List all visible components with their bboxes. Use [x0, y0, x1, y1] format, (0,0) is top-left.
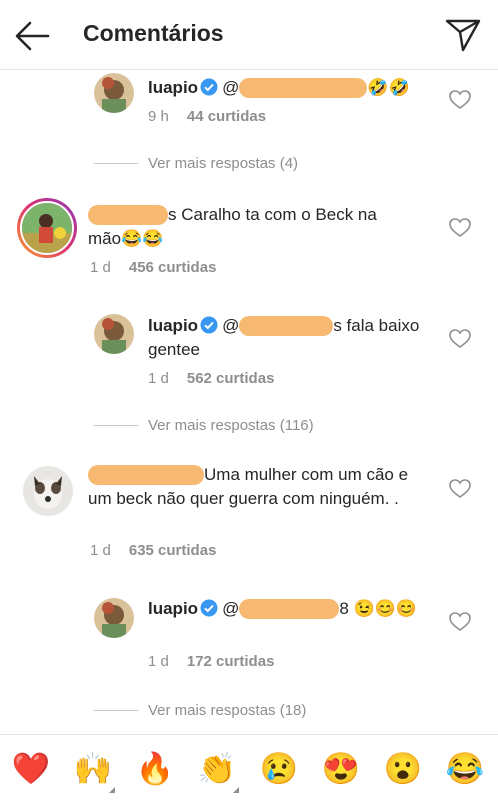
username[interactable]: luapio: [148, 316, 198, 335]
heart-eyes-emoji-icon[interactable]: 😍: [319, 749, 363, 789]
avatar[interactable]: [23, 466, 73, 516]
username[interactable]: luapio: [148, 599, 198, 618]
like-count[interactable]: 562 curtidas: [187, 370, 275, 387]
view-more-replies[interactable]: Ver mais respostas (4): [148, 155, 298, 172]
mention-prefix[interactable]: @: [222, 316, 239, 335]
comment-meta: 1 d 456 curtidas: [90, 259, 216, 276]
avatar[interactable]: [94, 314, 134, 354]
mention-prefix[interactable]: @: [222, 599, 239, 618]
header: Comentários: [0, 0, 498, 70]
comment-meta: 1 d 635 curtidas: [90, 542, 216, 559]
redaction-mark: [239, 78, 368, 98]
arrow-left-icon: [15, 21, 50, 51]
heart-icon[interactable]: [449, 479, 471, 499]
verified-badge-icon: [200, 78, 218, 96]
timestamp: 1 d: [90, 542, 111, 559]
heart-emoji-icon[interactable]: ❤️: [9, 749, 53, 789]
comment-meta: 1 d 562 curtidas: [148, 370, 274, 387]
tears-of-joy-emoji-icon[interactable]: 😂: [443, 749, 487, 789]
surprised-face-emoji-icon[interactable]: 😮: [381, 749, 425, 789]
divider: [94, 710, 138, 711]
raising-hands-glyph: 🙌: [73, 751, 113, 786]
heart-icon[interactable]: [449, 612, 471, 632]
avatar[interactable]: [20, 201, 74, 255]
mention-prefix[interactable]: @: [222, 78, 239, 97]
timestamp: 1 d: [148, 653, 169, 670]
emoji-bar: ❤️ 🙌 🔥 👏 😢 😍 😮 😂: [0, 734, 498, 801]
comment-text: Uma mulher com um cão e um beck não quer…: [88, 463, 418, 511]
redaction-mark: [88, 205, 168, 225]
divider: [94, 425, 138, 426]
timestamp: 1 d: [148, 370, 169, 387]
reply-text: luapio @8 😉😊😊: [148, 597, 438, 621]
divider: [94, 163, 138, 164]
like-count[interactable]: 172 curtidas: [187, 653, 275, 670]
username[interactable]: luapio: [148, 78, 198, 97]
reply-text: luapio @ 🤣🤣: [148, 76, 428, 100]
clapping-hands-emoji-icon[interactable]: 👏: [195, 749, 239, 793]
comment-text: s Caralho ta com o Beck na mão😂😂: [88, 203, 408, 251]
avatar[interactable]: [94, 73, 134, 113]
view-more-replies[interactable]: Ver mais respostas (116): [148, 417, 314, 434]
page-title: Comentários: [83, 20, 224, 46]
crying-face-emoji-icon[interactable]: 😢: [257, 749, 301, 789]
share-button[interactable]: [443, 16, 483, 54]
timestamp: 1 d: [90, 259, 111, 276]
verified-badge-icon: [200, 599, 218, 617]
raising-hands-emoji-icon[interactable]: 🙌: [71, 749, 115, 793]
comment-meta: 9 h 44 curtidas: [148, 108, 266, 125]
timestamp: 9 h: [148, 108, 169, 125]
skin-tone-corner-icon: [109, 787, 115, 793]
avatar[interactable]: [94, 598, 134, 638]
like-count[interactable]: 456 curtidas: [129, 259, 217, 276]
heart-icon[interactable]: [449, 218, 471, 238]
like-count[interactable]: 44 curtidas: [187, 108, 266, 125]
reply-text: luapio @ s fala baixo gentee: [148, 314, 438, 362]
verified-badge-icon: [200, 316, 218, 334]
comment-trail: 🤣🤣: [367, 78, 410, 97]
view-more-replies[interactable]: Ver mais respostas (18): [148, 702, 306, 719]
clapping-hands-glyph: 👏: [197, 751, 237, 786]
back-button[interactable]: [12, 18, 52, 54]
redaction-mark: [88, 465, 204, 485]
like-count[interactable]: 635 curtidas: [129, 542, 217, 559]
redaction-mark: [239, 316, 334, 336]
heart-icon[interactable]: [449, 329, 471, 349]
skin-tone-corner-icon: [233, 787, 239, 793]
heart-icon[interactable]: [449, 90, 471, 110]
comment-body: 8 😉😊😊: [339, 599, 418, 618]
comment-meta: 1 d 172 curtidas: [148, 653, 274, 670]
redaction-mark: [239, 599, 340, 619]
paper-plane-icon: [445, 19, 481, 52]
fire-emoji-icon[interactable]: 🔥: [133, 749, 177, 789]
